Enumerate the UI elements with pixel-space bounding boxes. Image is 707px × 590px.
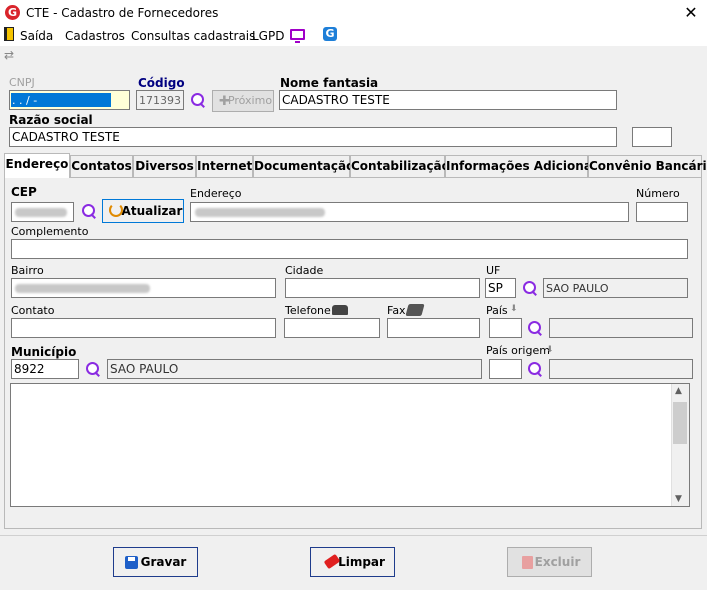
- search-icon[interactable]: [190, 92, 206, 108]
- codigo-label: Código: [138, 76, 185, 90]
- scroll-down-icon[interactable]: ▼: [675, 494, 682, 504]
- pais-name-field: [549, 318, 693, 338]
- limpar-button[interactable]: Limpar: [310, 547, 395, 577]
- tab-documentacao[interactable]: Documentação: [253, 155, 354, 177]
- fax-label: Fax: [387, 304, 406, 317]
- tab-contabilizacao[interactable]: Contabilização: [350, 155, 450, 177]
- cep-label: CEP: [11, 185, 37, 199]
- telefone-label: Telefone: [285, 304, 331, 317]
- extra-field[interactable]: [632, 127, 672, 147]
- tab-endereco[interactable]: Endereço: [4, 153, 70, 178]
- window-title: CTE - Cadastro de Fornecedores: [26, 6, 219, 20]
- cnpj-field[interactable]: . . / -: [9, 90, 130, 110]
- complemento-label: Complemento: [11, 225, 89, 238]
- tab-internet[interactable]: Internet: [196, 155, 253, 177]
- codigo-field[interactable]: 171393: [136, 90, 184, 110]
- trash-icon: [522, 556, 533, 569]
- uf-name-field: SAO PAULO: [543, 278, 688, 298]
- pais-origem-name-field: [549, 359, 693, 379]
- endereco-field[interactable]: [190, 202, 629, 222]
- refresh-icon: [109, 203, 123, 217]
- cidade-field[interactable]: [285, 278, 480, 298]
- transfer-icon[interactable]: ⇄: [4, 48, 20, 62]
- proximo-button[interactable]: ✚ Próximo: [212, 90, 274, 112]
- tab-informacoes-adicionais[interactable]: Informações Adicionais: [445, 155, 603, 177]
- fax-icon: [405, 304, 425, 316]
- pais-field[interactable]: [489, 318, 522, 338]
- bottom-separator: [0, 535, 707, 536]
- atualizar-button[interactable]: Atualizar: [102, 199, 184, 223]
- telefone-field[interactable]: [284, 318, 380, 338]
- pais-origem-field[interactable]: [489, 359, 522, 379]
- save-icon: [125, 556, 138, 569]
- uf-field[interactable]: SP: [485, 278, 516, 298]
- menu-item-saida[interactable]: Saída: [20, 29, 53, 43]
- municipio-name-field: SAO PAULO: [107, 359, 482, 379]
- contato-field[interactable]: [11, 318, 276, 338]
- pais-search-icon[interactable]: [527, 320, 543, 336]
- cep-value-redacted: [15, 208, 67, 217]
- menu-item-lgpd[interactable]: LGPD: [252, 29, 284, 43]
- nome-fantasia-label: Nome fantasia: [280, 76, 379, 90]
- bairro-field[interactable]: [11, 278, 276, 298]
- numero-label: Número: [636, 187, 680, 200]
- plus-icon: ✚: [219, 94, 230, 109]
- uf-label: UF: [486, 264, 501, 277]
- pais-origem-search-icon[interactable]: [527, 361, 543, 377]
- numero-field[interactable]: [636, 202, 688, 222]
- pais-label: País: [486, 304, 508, 317]
- cnpj-label: CNPJ: [9, 76, 35, 89]
- uf-search-icon[interactable]: [522, 280, 538, 296]
- bairro-value-redacted: [15, 284, 150, 293]
- tab-diversos[interactable]: Diversos: [133, 155, 196, 177]
- contato-label: Contato: [11, 304, 55, 317]
- close-button[interactable]: ✕: [676, 1, 706, 25]
- app-logo-icon: G: [5, 5, 20, 20]
- monitor-icon[interactable]: [290, 29, 305, 43]
- memo-scroll-thumb[interactable]: [673, 402, 687, 444]
- cidade-label: Cidade: [285, 264, 324, 277]
- menu-item-cadastros[interactable]: Cadastros: [65, 29, 125, 43]
- telephone-icon: [332, 305, 348, 315]
- arrow-down-icon-2: ⬇: [546, 345, 554, 355]
- tab-contatos[interactable]: Contatos: [70, 155, 133, 177]
- nome-fantasia-field[interactable]: CADASTRO TESTE: [279, 90, 617, 110]
- g-app-icon[interactable]: G: [323, 27, 337, 41]
- scroll-up-icon[interactable]: ▲: [675, 386, 682, 396]
- gravar-button[interactable]: Gravar: [113, 547, 198, 577]
- bairro-label: Bairro: [11, 264, 44, 277]
- tab-convenio-bancario[interactable]: Convênio Bancário: [588, 155, 707, 177]
- endereco-value-redacted: [195, 208, 325, 217]
- pais-origem-label: País origem: [486, 344, 550, 357]
- endereco-label: Endereço: [190, 187, 242, 200]
- tab-strip: Endereço Contatos Diversos Internet Docu…: [4, 153, 707, 178]
- municipio-search-icon[interactable]: [85, 361, 101, 377]
- cep-search-icon[interactable]: [81, 203, 97, 219]
- notes-memo[interactable]: [10, 383, 690, 507]
- cep-field[interactable]: [11, 202, 74, 222]
- arrow-down-icon: ⬇: [510, 304, 518, 314]
- municipio-code-field[interactable]: 8922: [11, 359, 79, 379]
- excluir-button[interactable]: Excluir: [507, 547, 592, 577]
- complemento-field[interactable]: [11, 239, 688, 259]
- municipio-label: Município: [11, 345, 77, 359]
- razao-social-label: Razão social: [9, 113, 93, 127]
- menu-item-consultas-cadastrais[interactable]: Consultas cadastrais: [131, 29, 255, 43]
- exit-icon[interactable]: [4, 27, 14, 41]
- fax-field[interactable]: [387, 318, 480, 338]
- razao-social-field[interactable]: CADASTRO TESTE: [9, 127, 617, 147]
